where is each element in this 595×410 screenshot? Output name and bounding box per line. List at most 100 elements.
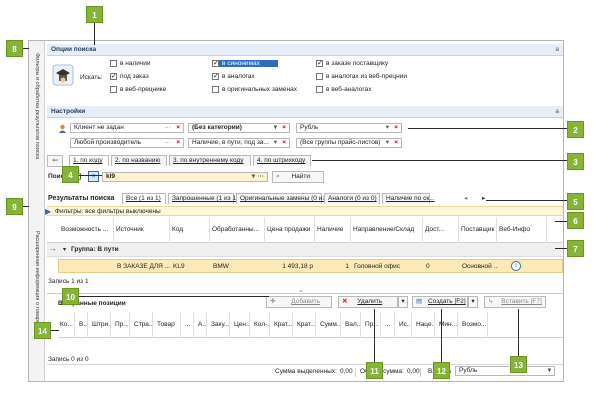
column-header[interactable]: ... xyxy=(183,312,194,338)
client-field[interactable]: Клиент не задан ··· × xyxy=(70,123,184,133)
pin-icon[interactable]: a xyxy=(555,44,559,55)
checkbox-icon[interactable] xyxy=(212,86,219,93)
option-checkbox[interactable]: в аналогах xyxy=(212,73,255,80)
find-button[interactable]: ⌕ Найти xyxy=(272,171,324,183)
search-input[interactable]: kl9 ▾ ··· xyxy=(102,172,268,182)
insert-button[interactable]: ↳ Вставить [F7] xyxy=(484,296,546,308)
column-header[interactable]: В... xyxy=(77,312,88,338)
tab-results-stock[interactable]: Наличие по ск... xyxy=(382,193,435,204)
column-header[interactable]: Цена продажи xyxy=(265,217,315,243)
chevron-down-icon[interactable]: ▾ xyxy=(274,139,277,147)
column-header[interactable]: Товар xyxy=(155,312,181,338)
sidebar-extended-info-label[interactable]: Расширенная информация о товаре xyxy=(34,231,40,324)
column-header[interactable]: Цен... xyxy=(232,312,250,338)
pin-icon[interactable]: a xyxy=(555,106,559,117)
option-checkbox[interactable]: в оригинальных заменах xyxy=(212,86,297,93)
column-header[interactable]: Код xyxy=(170,217,210,243)
column-header[interactable]: Веб-Инфо xyxy=(497,217,547,243)
column-header[interactable]: Сумм... xyxy=(318,312,341,338)
tab-by-name[interactable]: 2. по названию xyxy=(111,155,167,166)
chevron-down-icon[interactable]: ▾ xyxy=(274,124,277,132)
checkbox-icon[interactable] xyxy=(212,73,219,80)
option-checkbox[interactable]: в наличии xyxy=(110,60,151,67)
column-header[interactable]: Заку... xyxy=(209,312,230,338)
column-header[interactable]: Кол-... xyxy=(252,312,270,338)
option-checkbox[interactable]: в аналогах из веб-прецнии xyxy=(316,73,407,80)
column-header[interactable]: Наце... xyxy=(414,312,435,338)
column-header[interactable]: Стра... xyxy=(132,312,153,338)
barcode-icon[interactable]: ≡ xyxy=(88,171,99,182)
column-header[interactable]: Возможность ... xyxy=(59,217,114,243)
checkbox-icon[interactable] xyxy=(110,86,117,93)
sidebar-filters-label[interactable]: Фильтры и обработка результатов поиска xyxy=(34,53,40,159)
column-header[interactable]: Возмо... xyxy=(460,312,488,338)
tab-scroll-left-icon[interactable]: ◂ xyxy=(464,194,467,202)
delete-button[interactable]: ✕ Удалить xyxy=(338,296,398,308)
tab-scroll-right-icon[interactable]: ▸ xyxy=(482,194,485,202)
column-header[interactable]: Крат... xyxy=(272,312,293,338)
availability-select[interactable]: Наличие, в пути, под за... ▾ × xyxy=(188,138,290,148)
footer-currency-select[interactable]: Рубль ▾ xyxy=(455,366,555,376)
column-header[interactable]: А... xyxy=(196,312,207,338)
filter-bar[interactable]: ▶ Фильтры: все фильтры выключены xyxy=(45,206,563,216)
more-icon[interactable]: ··· xyxy=(165,139,172,147)
price-groups-select[interactable]: (Все группы прайс-листов) ▾ × xyxy=(296,138,402,148)
more-icon[interactable]: ··· xyxy=(258,173,265,181)
column-header[interactable]: Крат... xyxy=(295,312,316,338)
chevron-down-icon[interactable]: ▾ xyxy=(548,367,551,375)
column-header[interactable]: Пр... xyxy=(113,312,130,338)
delete-dropdown-button[interactable]: ▾ xyxy=(398,296,408,308)
column-header[interactable]: Ко... xyxy=(58,312,75,338)
table-row[interactable]: В ЗАКАЗЕ ДЛЯ ... KL9 BMW 1 493,18 р 1 Головно… xyxy=(58,259,563,273)
tab-results-all[interactable]: Все (1 из 1) xyxy=(122,193,166,204)
chevron-down-icon[interactable]: ▾ xyxy=(252,173,255,181)
info-icon[interactable]: i xyxy=(511,261,521,271)
create-dropdown-button[interactable]: ▾ xyxy=(468,296,478,308)
column-header[interactable]: Дост... xyxy=(423,217,459,243)
checkbox-icon[interactable] xyxy=(110,73,117,80)
checkbox-icon[interactable] xyxy=(316,86,323,93)
option-checkbox[interactable]: в синонимах xyxy=(212,60,278,67)
tab-results-originals[interactable]: Оригинальные замены (0 из 0) xyxy=(236,193,333,204)
tab-results-analogs[interactable]: Аналоги (0 из 0) xyxy=(324,193,380,204)
tab-by-code[interactable]: 1. по коду xyxy=(69,155,109,166)
column-header[interactable]: ... xyxy=(383,312,395,338)
column-header[interactable]: Наличие xyxy=(315,217,351,243)
tab-results-requested[interactable]: Запрошенные (1 из 1) xyxy=(168,193,238,204)
option-checkbox[interactable]: в заказе поставщику xyxy=(316,60,388,67)
option-checkbox[interactable]: в веб-прецнике xyxy=(110,86,166,93)
create-button[interactable]: ▤ Создать [F2] xyxy=(412,296,468,308)
checkbox-icon[interactable] xyxy=(110,60,117,67)
column-header[interactable]: Поставщик xyxy=(459,217,497,243)
column-header[interactable]: Обработанны... xyxy=(210,217,265,243)
column-header[interactable]: Пр... xyxy=(363,312,381,338)
tab-by-barcode[interactable]: 4. по штрихкоду xyxy=(253,155,311,166)
more-icon[interactable]: ··· xyxy=(165,124,172,132)
checkbox-icon[interactable] xyxy=(212,60,219,67)
tab-by-internal-code[interactable]: 3. по внутреннему коду xyxy=(169,155,251,166)
column-header[interactable]: Ис... xyxy=(397,312,412,338)
option-checkbox[interactable]: под заказ xyxy=(110,73,149,80)
currency-select[interactable]: Рубль ▾ × xyxy=(296,123,402,133)
checkbox-icon[interactable] xyxy=(316,73,323,80)
checkbox-icon[interactable] xyxy=(316,60,323,67)
add-button[interactable]: ✚ Добавить xyxy=(266,296,332,308)
clear-icon[interactable]: × xyxy=(176,124,180,132)
manufacturer-field[interactable]: Любой производитель ··· × xyxy=(70,138,184,148)
group-row[interactable]: → ▾ Группа: В пути xyxy=(47,243,563,257)
clear-icon[interactable]: × xyxy=(394,139,398,147)
option-checkbox[interactable]: в веб-аналогах xyxy=(316,86,371,93)
collapse-icon[interactable]: ▾ xyxy=(63,246,66,253)
clear-icon[interactable]: × xyxy=(282,124,286,132)
column-header[interactable]: Направление/Склад xyxy=(351,217,423,243)
column-header[interactable]: Вал... xyxy=(343,312,361,338)
chevron-down-icon[interactable]: ▾ xyxy=(386,124,389,132)
clear-icon[interactable]: × xyxy=(394,124,398,132)
column-header[interactable]: Штри... xyxy=(90,312,111,338)
column-header[interactable]: Источник xyxy=(114,217,170,243)
category-select[interactable]: (Без категории) ▾ × xyxy=(188,123,290,133)
chevron-down-icon[interactable]: ▾ xyxy=(386,139,389,147)
back-button[interactable]: ⇦ xyxy=(47,155,63,167)
clear-icon[interactable]: × xyxy=(282,139,286,147)
clear-icon[interactable]: × xyxy=(176,139,180,147)
